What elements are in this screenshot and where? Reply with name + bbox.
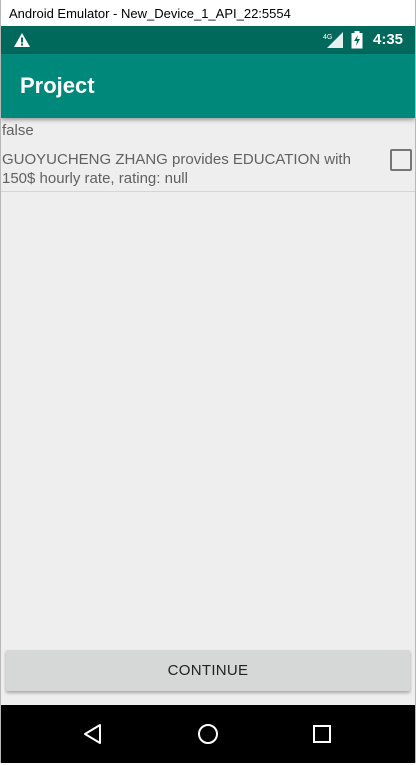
status-bar: 4G 4:35 — [1, 26, 415, 54]
recents-icon[interactable] — [310, 722, 334, 746]
status-text: false — [2, 122, 34, 139]
app-bar: Project — [1, 54, 415, 118]
provider-description: GUOYUCHENG ZHANG provides EDUCATION with… — [2, 151, 351, 187]
page-title: Project — [20, 73, 95, 98]
emulator-screen: 4G 4:35 Project false GUOYUCHENG ZHANG p… — [1, 26, 415, 763]
warning-icon — [14, 33, 30, 47]
window-titlebar: Android Emulator - New_Device_1_API_22:5… — [0, 0, 416, 26]
status-time: 4:35 — [373, 31, 404, 48]
back-icon[interactable] — [81, 722, 105, 746]
battery-charging-icon — [351, 31, 363, 49]
provider-list-item[interactable]: GUOYUCHENG ZHANG provides EDUCATION with… — [1, 145, 415, 192]
window-title: Android Emulator - New_Device_1_API_22:5… — [9, 5, 291, 21]
provider-checkbox[interactable] — [390, 149, 412, 171]
nav-bar — [1, 705, 415, 763]
network-label: 4G — [323, 34, 332, 41]
continue-button[interactable]: CONTINUE — [6, 650, 410, 691]
signal-4g-icon: 4G — [323, 32, 343, 48]
home-icon[interactable] — [196, 722, 220, 746]
